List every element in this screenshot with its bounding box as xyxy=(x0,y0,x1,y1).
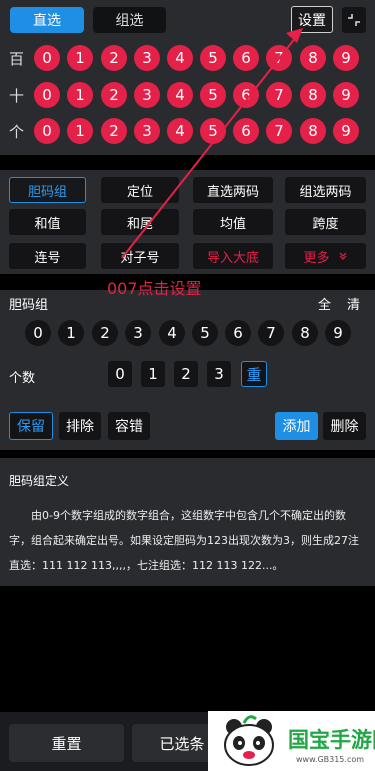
ball-hundreds-3[interactable]: 3 xyxy=(134,45,160,71)
ball-hundreds-8[interactable]: 8 xyxy=(300,45,326,71)
ball-units-2[interactable]: 2 xyxy=(101,118,127,144)
count-2[interactable]: 2 xyxy=(174,361,198,387)
ball-hundreds-9[interactable]: 9 xyxy=(333,45,359,71)
ball-units-3[interactable]: 3 xyxy=(134,118,160,144)
ball-units-9[interactable]: 9 xyxy=(333,118,359,144)
row-label-hundreds: 百 xyxy=(9,50,25,68)
count-repeat[interactable]: 重 xyxy=(241,361,267,387)
row-hundreds: 百 0 1 2 3 4 5 6 7 8 9 xyxy=(0,43,375,73)
tutorial-annotation: 007点击设置 xyxy=(107,279,202,298)
filter-mean[interactable]: 均值 xyxy=(193,209,273,235)
danma-digit-6[interactable]: 6 xyxy=(225,320,251,346)
ball-hundreds-6[interactable]: 6 xyxy=(233,45,259,71)
collapse-icon xyxy=(348,14,360,26)
filter-position[interactable]: 定位 xyxy=(101,177,179,203)
settings-button[interactable]: 设置 xyxy=(291,6,333,33)
add-button[interactable]: 添加 xyxy=(275,412,318,440)
definition-text: 由0-9个数字组成的数字组合，这组数字中包含几个不确定出的数字，组合起来确定出号… xyxy=(9,509,359,572)
collapse-button[interactable] xyxy=(342,7,366,33)
chevron-down-icon xyxy=(339,252,346,260)
row-label-tens: 十 xyxy=(9,87,25,105)
ball-units-5[interactable]: 5 xyxy=(200,118,226,144)
filter-danma[interactable]: 胆码组 xyxy=(9,177,86,203)
reset-button[interactable]: 重置 xyxy=(9,724,124,762)
ball-units-8[interactable]: 8 xyxy=(300,118,326,144)
danma-digit-7[interactable]: 7 xyxy=(258,320,284,346)
row-tens: 十 0 1 2 3 4 5 6 7 8 9 xyxy=(0,80,375,110)
tab-group[interactable]: 组选 xyxy=(93,7,166,33)
number-panel: 直选 组选 设置 百 0 1 2 3 4 5 6 7 8 9 十 0 1 2 3… xyxy=(0,0,375,155)
ball-hundreds-4[interactable]: 4 xyxy=(167,45,193,71)
ball-hundreds-7[interactable]: 7 xyxy=(266,45,292,71)
ball-tens-2[interactable]: 2 xyxy=(101,82,127,108)
danma-digit-2[interactable]: 2 xyxy=(92,320,118,346)
ball-tens-9[interactable]: 9 xyxy=(333,82,359,108)
filter-consecutive[interactable]: 连号 xyxy=(9,243,86,269)
site-logo: 国宝手游网 www.GB315.com xyxy=(208,711,375,771)
ball-tens-7[interactable]: 7 xyxy=(266,82,292,108)
danma-digit-0[interactable]: 0 xyxy=(25,320,51,346)
filter-import-base[interactable]: 导入大底 xyxy=(193,243,273,269)
ball-tens-1[interactable]: 1 xyxy=(67,82,93,108)
exclude-button[interactable]: 排除 xyxy=(59,412,101,440)
select-all-button[interactable]: 全 xyxy=(318,294,331,313)
ball-hundreds-0[interactable]: 0 xyxy=(34,45,60,71)
filter-more-label: 更多 xyxy=(303,250,330,266)
filter-pair[interactable]: 对子号 xyxy=(101,243,179,269)
danma-panel: 胆码组 全 清 0 1 2 3 4 5 6 7 8 9 个数 0 1 2 3 重… xyxy=(0,290,375,450)
filter-group-two[interactable]: 组选两码 xyxy=(285,177,366,203)
row-label-units: 个 xyxy=(9,123,25,141)
ball-tens-6[interactable]: 6 xyxy=(233,82,259,108)
tab-direct[interactable]: 直选 xyxy=(10,7,84,33)
filter-span[interactable]: 跨度 xyxy=(285,209,366,235)
definition-title: 胆码组定义 xyxy=(9,474,70,488)
clear-button[interactable]: 清 xyxy=(347,294,360,313)
ball-tens-4[interactable]: 4 xyxy=(167,82,193,108)
logo-name: 国宝手游网 xyxy=(288,728,375,752)
delete-button[interactable]: 删除 xyxy=(323,412,366,440)
ball-units-1[interactable]: 1 xyxy=(67,118,93,144)
ball-tens-0[interactable]: 0 xyxy=(34,82,60,108)
ball-units-4[interactable]: 4 xyxy=(167,118,193,144)
ball-units-0[interactable]: 0 xyxy=(34,118,60,144)
count-3[interactable]: 3 xyxy=(207,361,231,387)
logo-url: www.GB315.com xyxy=(296,755,365,764)
filter-sum[interactable]: 和值 xyxy=(9,209,86,235)
danma-digit-1[interactable]: 1 xyxy=(58,320,84,346)
danma-title: 胆码组 xyxy=(9,298,49,313)
filter-direct-two[interactable]: 直选两码 xyxy=(193,177,273,203)
ball-units-6[interactable]: 6 xyxy=(233,118,259,144)
filter-grid: 胆码组 定位 直选两码 组选两码 和值 和尾 均值 跨度 连号 对子号 导入大底… xyxy=(0,170,375,274)
filter-sum-tail[interactable]: 和尾 xyxy=(101,209,179,235)
danma-digit-9[interactable]: 9 xyxy=(325,320,351,346)
ball-hundreds-2[interactable]: 2 xyxy=(101,45,127,71)
danma-digit-4[interactable]: 4 xyxy=(159,320,185,346)
danma-digit-8[interactable]: 8 xyxy=(292,320,318,346)
ball-hundreds-1[interactable]: 1 xyxy=(67,45,93,71)
danma-digit-5[interactable]: 5 xyxy=(192,320,218,346)
filter-more[interactable]: 更多 xyxy=(285,243,366,269)
definition-panel: 胆码组定义 由0-9个数字组成的数字组合，这组数字中包含几个不确定出的数字，组合… xyxy=(0,458,375,586)
ball-tens-3[interactable]: 3 xyxy=(134,82,160,108)
ball-tens-5[interactable]: 5 xyxy=(200,82,226,108)
keep-button[interactable]: 保留 xyxy=(9,412,53,440)
count-1[interactable]: 1 xyxy=(141,361,165,387)
ball-units-7[interactable]: 7 xyxy=(266,118,292,144)
count-0[interactable]: 0 xyxy=(108,361,132,387)
panda-icon xyxy=(224,715,274,766)
ball-tens-8[interactable]: 8 xyxy=(300,82,326,108)
ball-hundreds-5[interactable]: 5 xyxy=(200,45,226,71)
tolerance-button[interactable]: 容错 xyxy=(108,412,150,440)
danma-digit-3[interactable]: 3 xyxy=(125,320,151,346)
count-label: 个数 xyxy=(9,371,36,386)
row-units: 个 0 1 2 3 4 5 6 7 8 9 xyxy=(0,116,375,146)
